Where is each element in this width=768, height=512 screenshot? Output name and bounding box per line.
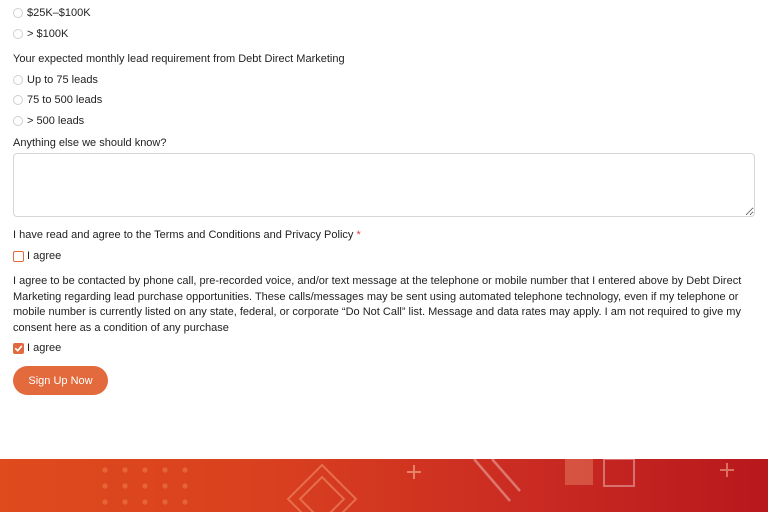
terms-agree-checkbox[interactable] — [13, 250, 24, 262]
checkmark-icon — [14, 345, 23, 351]
terms-agree-label: I agree — [27, 250, 62, 262]
anything-else-label: Anything else we should know? — [13, 137, 167, 149]
sign-up-now-button[interactable]: Sign Up Now — [13, 366, 108, 395]
radio-button[interactable] — [13, 116, 23, 126]
terms-label: I have read and agree to the Terms and C… — [13, 229, 361, 241]
lead-requirement-label: Your expected monthly lead requirement f… — [13, 53, 345, 65]
radio-button[interactable] — [13, 75, 23, 85]
consent-agree-checkbox-row[interactable]: I agree — [13, 341, 61, 355]
radio-option-label: > $100K — [27, 28, 69, 40]
plus-shape-1 — [407, 465, 421, 479]
anything-else-textarea[interactable] — [13, 153, 755, 217]
radio-option-over-500[interactable]: > 500 leads — [13, 114, 84, 128]
radio-option-label: $25K–$100K — [27, 7, 91, 19]
radio-option-up-to-75[interactable]: Up to 75 leads — [13, 73, 98, 87]
radio-option-over-100k[interactable]: > $100K — [13, 27, 68, 41]
terms-agree-checkbox-row[interactable]: I agree — [13, 249, 61, 263]
radio-option-label: > 500 leads — [27, 115, 85, 127]
footer-banner — [0, 459, 768, 512]
radio-option-75-to-500[interactable]: 75 to 500 leads — [13, 93, 102, 107]
terms-label-text: I have read and agree to the Terms and C… — [13, 229, 354, 241]
consent-agree-checkbox[interactable] — [13, 342, 24, 354]
radio-button[interactable] — [13, 95, 23, 105]
diagonal-stripes — [473, 459, 521, 502]
radio-button[interactable] — [13, 8, 23, 18]
radio-option-25k-100k[interactable]: $25K–$100K — [13, 6, 91, 20]
radio-option-label: 75 to 500 leads — [27, 94, 103, 106]
footer-decoration — [102, 459, 734, 512]
rectangle-shapes — [565, 459, 635, 487]
consent-agree-label: I agree — [27, 342, 62, 354]
plus-shape-2 — [720, 463, 734, 477]
radio-option-label: Up to 75 leads — [27, 74, 98, 86]
diamond-shape — [286, 463, 358, 512]
consent-text: I agree to be contacted by phone call, p… — [13, 275, 742, 334]
required-asterisk: * — [356, 229, 361, 241]
radio-button[interactable] — [13, 29, 23, 39]
dot-grid-pattern — [102, 467, 188, 505]
